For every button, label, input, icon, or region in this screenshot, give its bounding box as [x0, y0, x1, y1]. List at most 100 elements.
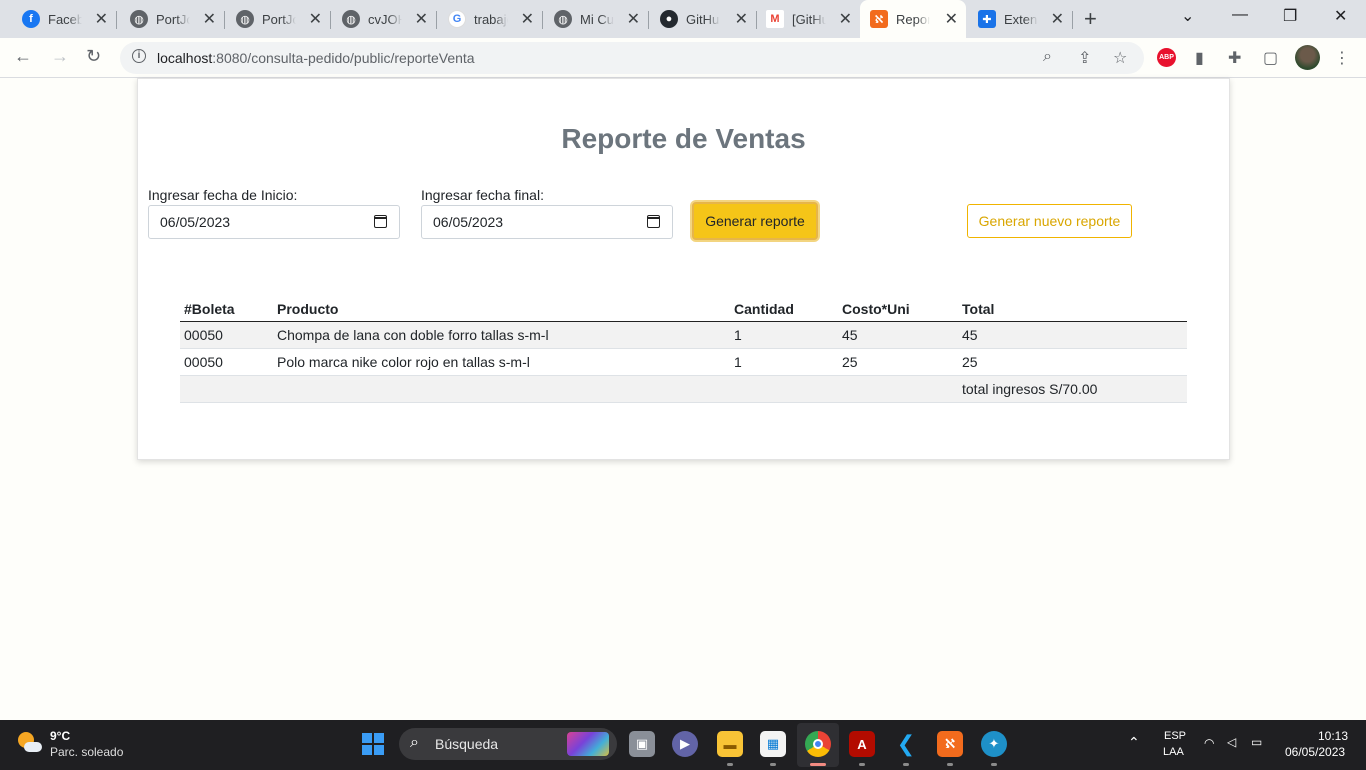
weather-icon[interactable] [18, 732, 42, 756]
wifi-icon[interactable]: ◠ [1204, 736, 1214, 750]
minimize-icon[interactable]: — [1232, 6, 1248, 24]
col-total: Total [958, 297, 1187, 322]
reload-icon[interactable]: ↻ [86, 46, 101, 67]
adblock-plus-icon[interactable]: ABP [1157, 48, 1176, 67]
col-boleta: #Boleta [180, 297, 273, 322]
close-icon[interactable]: ✕ [95, 9, 108, 29]
lang-top[interactable]: ESP [1164, 730, 1186, 742]
tab-mi-curriculum[interactable]: ◍ Mi Curriculum ✕ [544, 4, 649, 34]
xampp-icon[interactable]: ℵ [937, 731, 963, 757]
close-icon[interactable]: ✕ [839, 9, 852, 29]
tab-title: cvJOHN [368, 11, 402, 27]
search-highlight-icon [567, 732, 609, 756]
tab-title: Facebook [48, 11, 82, 27]
url-text[interactable]: localhost:8080/consulta-pedido/public/re… [157, 50, 475, 66]
col-cantidad: Cantidad [730, 297, 838, 322]
tab-title: [GitHub] [792, 11, 826, 27]
close-icon[interactable]: ✕ [415, 9, 428, 29]
col-producto: Producto [273, 297, 730, 322]
generate-report-button[interactable]: Generar reporte [692, 202, 818, 240]
address-bar[interactable]: i localhost:8080/consulta-pedido/public/… [120, 42, 1144, 74]
table-footer-row: total ingresos S/70.00 [180, 375, 1187, 403]
close-icon[interactable]: ✕ [203, 9, 216, 29]
clock-date[interactable]: 06/05/2023 [1285, 745, 1345, 759]
browser-tab-strip: f Facebook ✕ ◍ PortJohn ✕ ◍ PortJohn ✕ ◍… [0, 0, 1366, 38]
close-icon[interactable]: ✕ [521, 9, 534, 29]
close-icon[interactable]: ✕ [735, 9, 748, 29]
new-report-button[interactable]: Generar nuevo reporte [967, 204, 1132, 238]
tray-chevron-up-icon[interactable]: ⌃ [1128, 734, 1140, 751]
tab-github[interactable]: ● GitHub ✕ [650, 4, 757, 34]
close-icon[interactable]: ✕ [1051, 9, 1064, 29]
share-icon[interactable]: ⇪ [1078, 48, 1091, 68]
start-date-input[interactable]: 06/05/2023 [148, 205, 400, 239]
tab-title: PortJohn [156, 11, 190, 27]
weather-temp[interactable]: 9°C [50, 729, 70, 743]
globe-icon: ◍ [554, 10, 572, 28]
bookmark-star-icon[interactable]: ☆ [1113, 48, 1127, 68]
cell-cantidad: 1 [730, 348, 838, 376]
report-card: Reporte de Ventas Ingresar fecha de Inic… [137, 78, 1230, 460]
tab-reporte[interactable]: ℵ Reporte ✕ [860, 0, 966, 38]
lang-bottom[interactable]: LAA [1163, 746, 1184, 758]
menu-kebab-icon[interactable]: ⋮ [1334, 48, 1350, 68]
cell-total: 25 [958, 348, 1187, 376]
acrobat-icon[interactable]: A [849, 731, 875, 757]
tab-search-chevron-icon[interactable]: ⌄ [1181, 6, 1194, 26]
tab-portjohn-1[interactable]: ◍ PortJohn ✕ [120, 4, 225, 34]
tab-title: GitHub [686, 11, 720, 27]
new-tab-icon[interactable]: + [1084, 6, 1097, 32]
extension-icon[interactable]: ▮ [1195, 48, 1204, 68]
cell-total: 45 [958, 321, 1187, 349]
profile-avatar[interactable] [1295, 45, 1320, 70]
battery-icon[interactable]: ▭ [1251, 735, 1262, 749]
tab-gmail-github[interactable]: M [GitHub] ✕ [756, 4, 860, 34]
cell-cantidad: 1 [730, 321, 838, 349]
cell-boleta: 00050 [180, 321, 273, 349]
col-costo-uni: Costo*Uni [838, 297, 958, 322]
end-date-input[interactable]: 06/05/2023 [421, 205, 673, 239]
search-icon: ⌕ [410, 734, 419, 751]
close-icon[interactable]: ✕ [945, 9, 958, 29]
microsoft-store-icon[interactable]: ▦ [760, 731, 786, 757]
google-icon: G [448, 10, 466, 28]
extensions-puzzle-icon[interactable]: ✚ [1228, 48, 1241, 68]
zoom-icon[interactable]: ⌕ [1043, 48, 1052, 66]
forward-icon[interactable]: → [51, 46, 69, 67]
taskbar-search[interactable]: ⌕ Búsqueda [399, 728, 617, 760]
app-globe-icon[interactable]: ✦ [981, 731, 1007, 757]
tab-title: trabajo [474, 11, 508, 27]
restore-icon[interactable]: ❐ [1283, 6, 1297, 26]
table-row: 00050 Chompa de lana con doble forro tal… [180, 321, 1187, 349]
globe-icon: ◍ [236, 10, 254, 28]
site-info-icon[interactable]: i [132, 49, 146, 63]
side-panel-icon[interactable]: ▢ [1263, 48, 1278, 68]
file-explorer-icon[interactable]: ▬ [717, 731, 743, 757]
windows-start-icon[interactable] [362, 733, 384, 755]
tab-extensiones[interactable]: ✚ Extensiones ✕ [968, 4, 1073, 34]
start-date-label: Ingresar fecha de Inicio: [148, 187, 298, 203]
vscode-icon[interactable]: ❮ [893, 731, 919, 757]
tab-title: PortJohn [262, 11, 296, 27]
task-view-icon[interactable]: ▣ [629, 731, 655, 757]
table-row: 00050 Polo marca nike color rojo en tall… [180, 348, 1187, 376]
cell-boleta: 00050 [180, 348, 273, 376]
table-header-row: #Boleta Producto Cantidad Costo*Uni Tota… [180, 297, 1187, 322]
back-icon[interactable]: ← [14, 46, 32, 67]
volume-icon[interactable]: ◁ [1227, 735, 1236, 749]
tab-google-trabajo[interactable]: G trabajo ✕ [438, 4, 543, 34]
tab-portjohn-2[interactable]: ◍ PortJohn ✕ [226, 4, 331, 34]
window-close-icon[interactable]: ✕ [1334, 6, 1347, 26]
search-label: Búsqueda [435, 736, 499, 752]
weather-desc[interactable]: Parc. soleado [50, 745, 123, 759]
close-icon[interactable]: ✕ [309, 9, 322, 29]
clock-time[interactable]: 10:13 [1318, 729, 1348, 743]
tab-cvjohn[interactable]: ◍ cvJOHN ✕ [332, 4, 437, 34]
teams-chat-icon[interactable]: ▶ [672, 731, 698, 757]
tab-title: Extensiones [1004, 11, 1038, 27]
tab-facebook[interactable]: f Facebook ✕ [12, 4, 117, 34]
close-icon[interactable]: ✕ [627, 9, 640, 29]
calendar-icon[interactable] [374, 215, 387, 228]
calendar-icon[interactable] [647, 215, 660, 228]
chrome-icon[interactable] [805, 731, 831, 757]
